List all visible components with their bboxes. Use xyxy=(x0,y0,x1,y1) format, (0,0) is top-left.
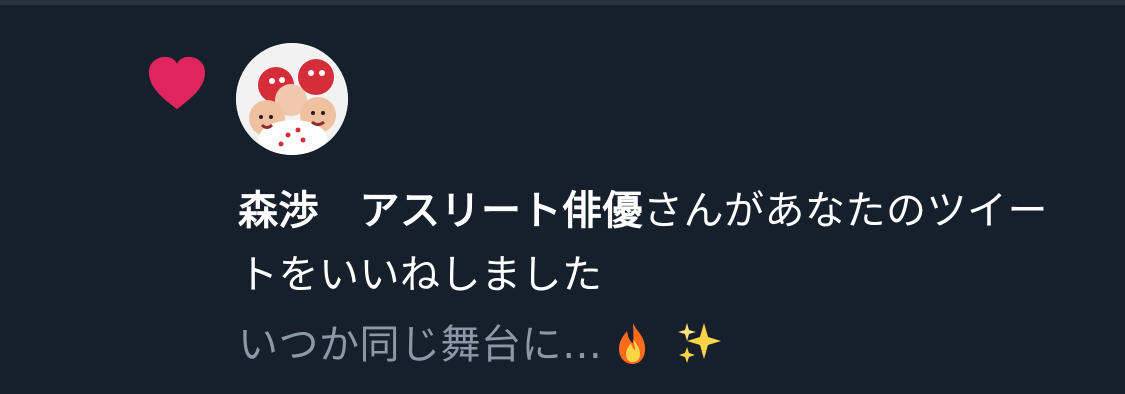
notification-message: 森渉 アスリート俳優さんがあなたのツイートをいいねしました xyxy=(238,179,1078,307)
tweet-preview[interactable]: いつか同じ舞台に… xyxy=(238,313,1078,377)
heart-icon xyxy=(146,55,208,113)
sparkles-emoji xyxy=(675,319,723,367)
like-notification[interactable]: 森渉 アスリート俳優さんがあなたのツイートをいいねしました いつか同じ舞台に… xyxy=(0,5,1125,394)
tweet-excerpt: いつか同じ舞台に… xyxy=(238,322,603,368)
user-name[interactable]: 森渉 アスリート俳優 xyxy=(238,188,643,234)
user-avatar[interactable] xyxy=(236,43,348,155)
fire-emoji xyxy=(609,319,657,367)
